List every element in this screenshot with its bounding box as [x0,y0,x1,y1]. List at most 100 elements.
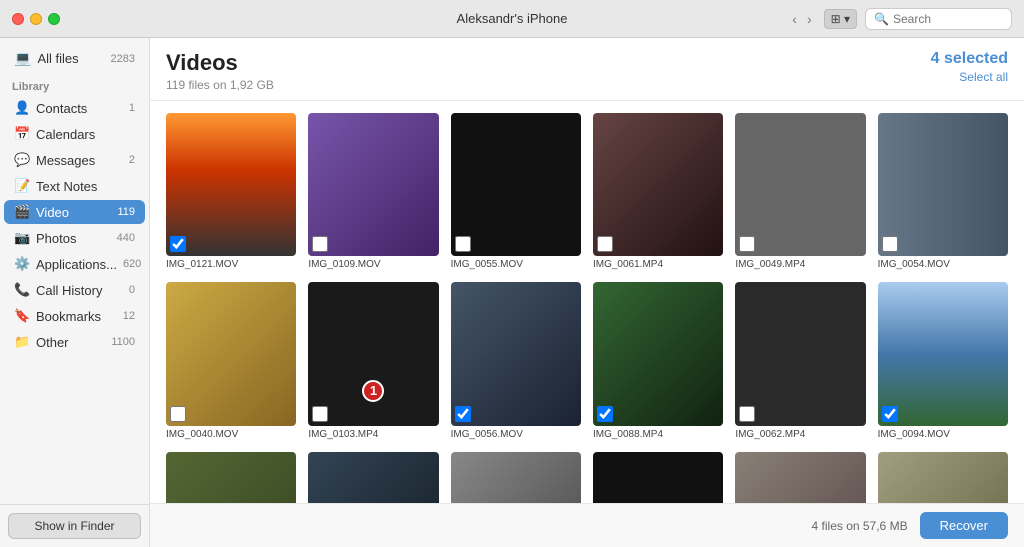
video-select-checkbox[interactable] [739,236,755,252]
titlebar-controls: ‹ › ⊞ ▾ 🔍 [788,8,1012,30]
video-select-checkbox[interactable] [597,236,613,252]
sidebar-item-label-call-history: Call History [36,283,123,298]
main-layout: 💻 All files 2283 Library 👤 Contacts 1 📅 … [0,38,1024,547]
video-item[interactable]: 1 IMG_0103.MP4 [308,282,438,439]
nav-forward-button[interactable]: › [803,9,816,29]
video-thumbnail [308,282,438,425]
video-thumbnail [308,452,438,503]
video-select-checkbox[interactable] [312,236,328,252]
video-item[interactable]: IMG_0062.MP4 [735,282,865,439]
all-files-icon: 💻 [14,50,31,67]
all-files-count: 2283 [111,53,135,65]
sidebar-footer: Show in Finder [0,504,149,547]
video-thumb-wrapper [451,452,581,503]
video-item[interactable]: IMG_0116.MP4 [451,452,581,503]
content-title-area: Videos 119 files on 1,92 GB [166,50,931,92]
video-select-checkbox[interactable] [170,236,186,252]
video-select-checkbox[interactable] [455,236,471,252]
video-thumbnail [166,113,296,256]
select-all-button[interactable]: Select all [959,70,1008,84]
video-select-checkbox[interactable] [455,406,471,422]
video-select-checkbox[interactable] [739,406,755,422]
sidebar-item-label-text-notes: Text Notes [36,179,129,194]
annotation-badge: 1 [362,380,384,402]
sidebar-item-call-history[interactable]: 📞 Call History 0 [4,278,145,302]
sidebar-item-bookmarks[interactable]: 🔖 Bookmarks 12 [4,304,145,328]
video-thumbnail [451,452,581,503]
video-item[interactable]: IMG_0053.MOV [593,452,723,503]
sidebar-item-all-files[interactable]: 💻 All files 2283 [4,46,145,71]
sidebar-item-count-messages: 2 [129,154,135,166]
sidebar-item-label-bookmarks: Bookmarks [36,309,117,324]
nav-back-button[interactable]: ‹ [788,9,801,29]
close-button[interactable] [12,13,24,25]
video-filename: IMG_0121.MOV [166,259,296,270]
video-item[interactable]: IMG_0057.MOV [308,452,438,503]
library-section-label: Library [0,75,149,95]
minimize-button[interactable] [30,13,42,25]
video-thumb-wrapper [878,113,1008,256]
video-thumb-wrapper [878,452,1008,503]
video-thumb-wrapper [593,452,723,503]
video-item[interactable]: IMG_0088.MP4 [593,282,723,439]
view-toggle-button[interactable]: ⊞ ▾ [824,9,857,29]
video-thumb-wrapper: 2 [735,452,865,503]
video-item[interactable]: IMG_0085.MOV [878,452,1008,503]
video-item[interactable]: IMG_0121.MOV [166,113,296,270]
video-item[interactable]: IMG_0055.MOV [451,113,581,270]
sidebar-item-video[interactable]: 🎬 Video 119 [4,200,145,224]
window-title: Aleksandr's iPhone [457,11,568,26]
maximize-button[interactable] [48,13,60,25]
recover-button[interactable]: Recover [920,512,1008,539]
video-item[interactable]: 2IMG_0047.MOV [735,452,865,503]
content-header-right: 4 selected Select all [931,50,1008,84]
video-item[interactable]: IMG_0056.MOV [451,282,581,439]
video-item[interactable]: IMG_0089.MP4 [166,452,296,503]
video-select-checkbox[interactable] [170,406,186,422]
sidebar-item-calendars[interactable]: 📅 Calendars [4,122,145,146]
video-item[interactable]: IMG_0049.MP4 [735,113,865,270]
video-thumbnail [308,113,438,256]
video-thumb-wrapper [451,282,581,425]
video-thumbnail [593,282,723,425]
video-thumb-wrapper [735,113,865,256]
video-item[interactable]: IMG_0109.MOV [308,113,438,270]
video-thumbnail [166,452,296,503]
show-in-finder-button[interactable]: Show in Finder [8,513,141,539]
sidebar-item-label-applications: Applications... [36,257,117,272]
video-item[interactable]: IMG_0040.MOV [166,282,296,439]
sidebar-item-other[interactable]: 📁 Other 1100 [4,330,145,354]
video-select-checkbox[interactable] [882,406,898,422]
video-filename: IMG_0061.MP4 [593,259,723,270]
content-area: Videos 119 files on 1,92 GB 4 selected S… [150,38,1024,547]
video-item[interactable]: IMG_0054.MOV [878,113,1008,270]
content-title: Videos [166,50,931,76]
sidebar-item-messages[interactable]: 💬 Messages 2 [4,148,145,172]
sidebar-item-applications[interactable]: ⚙️ Applications... 620 [4,252,145,276]
video-select-checkbox[interactable] [312,406,328,422]
video-filename: IMG_0056.MOV [451,429,581,440]
video-grid: IMG_0121.MOVIMG_0109.MOVIMG_0055.MOVIMG_… [166,113,1008,503]
sidebar-item-photos[interactable]: 📷 Photos 440 [4,226,145,250]
all-files-label: All files [37,51,104,66]
sidebar-item-contacts[interactable]: 👤 Contacts 1 [4,96,145,120]
sidebar-item-label-messages: Messages [36,153,123,168]
video-thumbnail [593,452,723,503]
video-filename: IMG_0103.MP4 [308,429,438,440]
sidebar-item-count-applications: 620 [123,258,141,270]
video-select-checkbox[interactable] [882,236,898,252]
video-thumbnail [735,452,865,503]
video-thumbnail [735,113,865,256]
video-icon: 🎬 [14,204,30,220]
search-box: 🔍 [865,8,1012,30]
footer-status: 4 files on 57,6 MB [812,519,908,533]
video-item[interactable]: IMG_0061.MP4 [593,113,723,270]
video-select-checkbox[interactable] [597,406,613,422]
sidebar-item-count-contacts: 1 [129,102,135,114]
applications-icon: ⚙️ [14,256,30,272]
contacts-icon: 👤 [14,100,30,116]
video-thumb-wrapper [166,113,296,256]
search-input[interactable] [893,12,1003,26]
video-item[interactable]: IMG_0094.MOV [878,282,1008,439]
sidebar-item-text-notes[interactable]: 📝 Text Notes [4,174,145,198]
